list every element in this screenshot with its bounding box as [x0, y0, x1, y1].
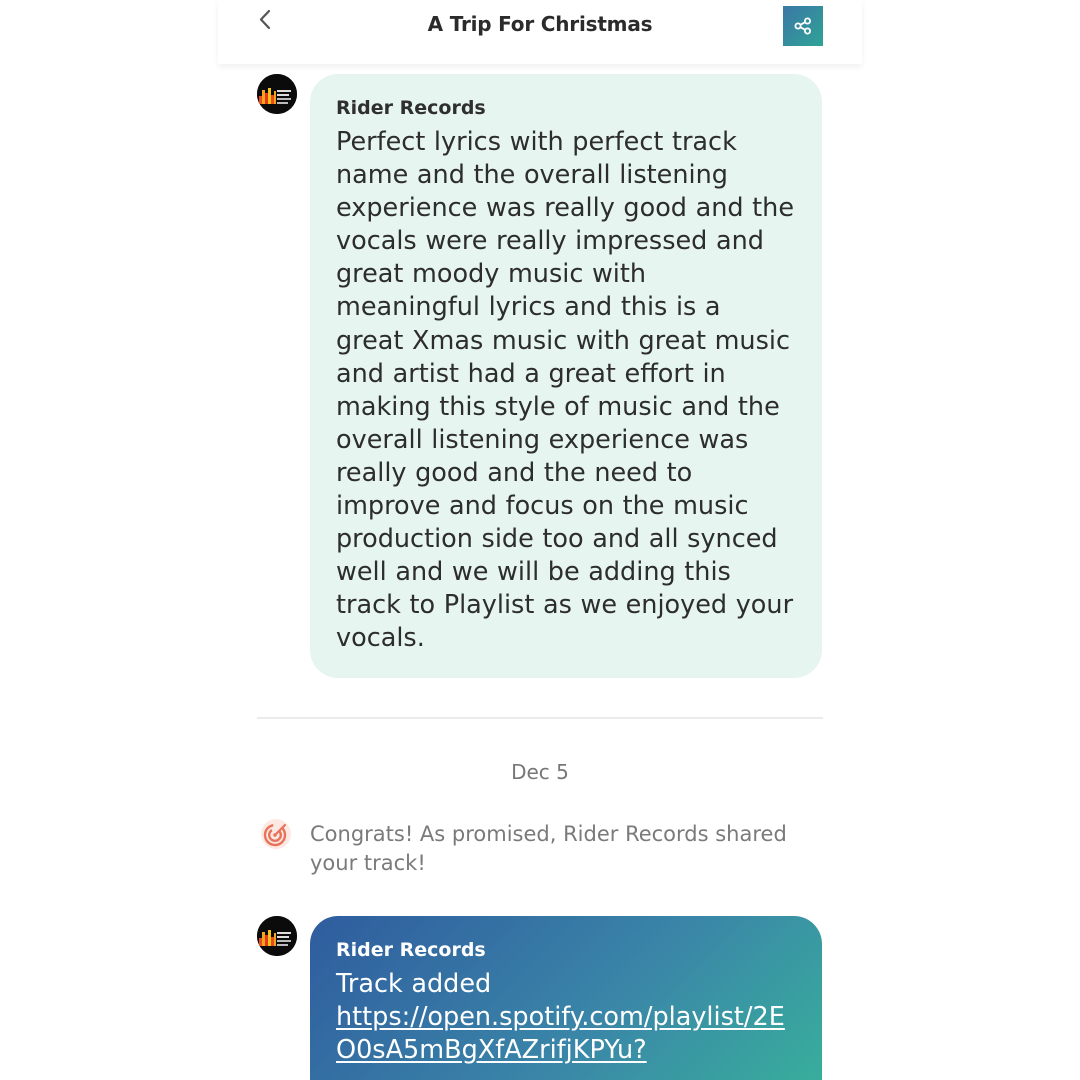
message-text: Track added: [336, 969, 492, 999]
message-text: Perfect lyrics with perfect track name a…: [336, 127, 795, 654]
share-icon: [794, 17, 811, 35]
conversation-screen: A Trip For Christmas Rider Records Perfe…: [0, 0, 1080, 1080]
share-button[interactable]: [783, 6, 823, 46]
message-sender: Rider Records: [336, 97, 486, 119]
target-icon: [261, 819, 291, 849]
avatar[interactable]: [257, 74, 297, 114]
page-title: A Trip For Christmas: [427, 12, 653, 36]
divider: [257, 717, 823, 719]
rider-records-logo-icon: [257, 74, 297, 114]
track-message-bubble: Rider Records Track added https://open.s…: [310, 916, 822, 1080]
system-message: Congrats! As promised, Rider Records sha…: [310, 822, 787, 875]
avatar[interactable]: [257, 916, 297, 956]
date-separator: Dec 5: [511, 760, 569, 784]
message-sender: Rider Records: [336, 939, 486, 961]
spotify-playlist-link[interactable]: https://open.spotify.com/playlist/2EO0sA…: [336, 1001, 796, 1067]
top-bar: A Trip For Christmas: [218, 0, 862, 64]
message-bubble: Rider Records Perfect lyrics with perfec…: [310, 74, 822, 678]
rider-records-logo-icon: [257, 916, 297, 956]
